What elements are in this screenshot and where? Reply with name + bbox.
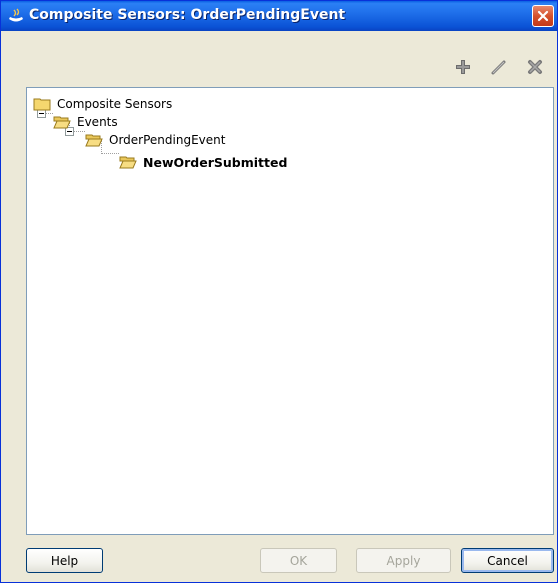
- window-title: Composite Sensors: OrderPendingEvent: [29, 7, 346, 23]
- apply-button[interactable]: Apply: [356, 548, 451, 573]
- title-bar[interactable]: Composite Sensors: OrderPendingEvent: [1, 1, 557, 31]
- tree-node-events[interactable]: Events: [53, 113, 118, 131]
- delete-button[interactable]: [525, 57, 545, 77]
- edit-button[interactable]: [489, 57, 509, 77]
- plus-icon: [456, 60, 470, 74]
- sensor-tree[interactable]: Composite Sensors Events OrderPendingEve…: [26, 87, 554, 535]
- tree-node-neworder-submitted[interactable]: NewOrderSubmitted: [119, 153, 287, 171]
- tree-connector: [101, 153, 119, 154]
- close-button[interactable]: [532, 5, 554, 27]
- tree-node-label: OrderPendingEvent: [109, 133, 226, 147]
- folder-icon: [33, 98, 51, 111]
- open-folder-icon: [53, 116, 71, 129]
- app-icon: [7, 8, 25, 24]
- tree-node-composite-sensors[interactable]: Composite Sensors: [33, 95, 172, 113]
- tree-node-label: NewOrderSubmitted: [143, 154, 288, 170]
- dialog-window: Composite Sensors: OrderPendingEvent Com…: [0, 0, 558, 583]
- ok-button[interactable]: OK: [260, 548, 337, 573]
- help-button[interactable]: Help: [26, 548, 103, 573]
- tree-node-label: Composite Sensors: [57, 97, 173, 111]
- add-button[interactable]: [453, 57, 473, 77]
- x-icon: [528, 60, 542, 74]
- open-folder-icon: [85, 134, 103, 147]
- tree-node-orderpendingevent[interactable]: OrderPendingEvent: [85, 131, 225, 149]
- cancel-button[interactable]: Cancel: [461, 548, 554, 573]
- pencil-icon: [491, 60, 506, 75]
- tree-node-label: Events: [77, 115, 118, 129]
- close-icon: [537, 10, 549, 22]
- open-folder-icon: [119, 156, 137, 169]
- tree-connector: [73, 131, 85, 132]
